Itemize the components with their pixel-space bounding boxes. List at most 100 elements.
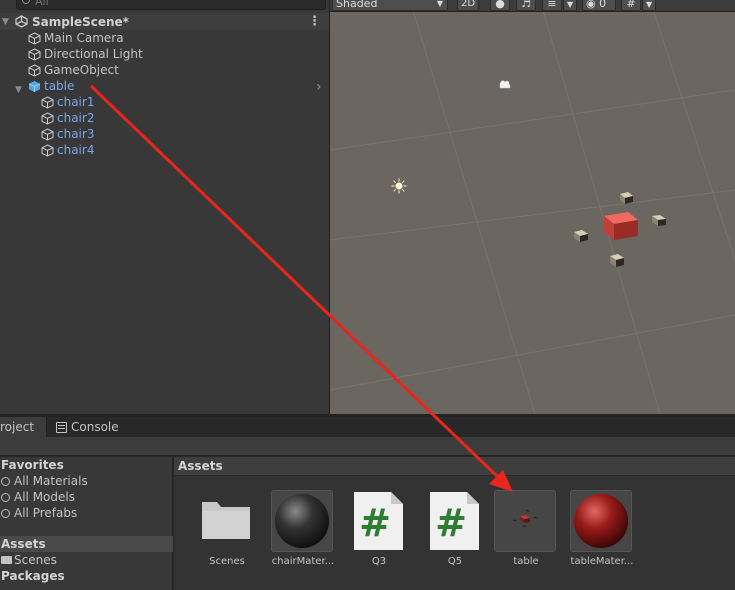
folder-packages[interactable]: Packages xyxy=(1,569,65,583)
gameobject-cube-icon xyxy=(40,111,54,125)
folder-scenes[interactable]: Scenes xyxy=(1,553,57,567)
scene-root-row[interactable]: ▼ SampleScene* ⋮ xyxy=(0,13,329,30)
grid-icon: # xyxy=(626,0,636,10)
folder-assets[interactable]: Assets xyxy=(1,537,46,551)
gameobject-cube-icon xyxy=(27,31,41,45)
gizmos-grid-button[interactable]: # xyxy=(621,0,641,11)
gameobject-cube-icon xyxy=(27,63,41,77)
hierarchy-search-bar xyxy=(0,0,329,13)
hierarchy-item-label: Directional Light xyxy=(44,47,143,61)
lighting-toggle-button[interactable]: ● xyxy=(490,0,510,11)
gameobject-cube-icon xyxy=(40,95,54,109)
asset-item-table-prefab[interactable]: table xyxy=(490,490,562,585)
asset-name: table xyxy=(513,556,539,567)
asset-name: tableMater... xyxy=(570,556,634,567)
2d-toggle-button[interactable]: 2D xyxy=(457,0,479,11)
dropdown-arrow-icon: ▼ xyxy=(567,0,574,9)
hierarchy-item-label: GameObject xyxy=(44,63,119,77)
tab-console-label: Console xyxy=(71,420,119,434)
asset-item-table-material[interactable]: tableMater... xyxy=(566,490,638,585)
shading-mode-dropdown[interactable]: Shaded ▼ xyxy=(332,0,448,11)
audio-toggle-button[interactable]: ♬ xyxy=(516,0,536,11)
csharp-script-icon: # xyxy=(430,492,479,550)
hierarchy-item-main-camera[interactable]: Main Camera xyxy=(27,30,124,46)
hidden-count: 0 xyxy=(599,0,607,10)
assets-breadcrumb: Assets xyxy=(174,457,735,476)
shading-mode-label: Shaded xyxy=(336,0,378,10)
scene-name: SampleScene* xyxy=(32,14,129,29)
prefab-cube-icon xyxy=(27,79,41,93)
scene-grid xyxy=(330,0,735,414)
asset-name: chairMater... xyxy=(271,556,335,567)
tab-project-label: roject xyxy=(0,420,35,434)
scene-toolbar: Shaded ▼ 2D ● ♬ ≡ ▼ ◉ 0 # ▼ xyxy=(330,0,735,12)
asset-item-scenes[interactable]: Scenes xyxy=(191,490,263,585)
speaker-icon: ♬ xyxy=(521,0,531,10)
light-gizmo-icon[interactable] xyxy=(391,178,407,194)
prefab-preview-icon xyxy=(494,490,556,552)
console-icon xyxy=(56,421,67,433)
favorite-all-prefabs[interactable]: All Prefabs xyxy=(1,506,77,520)
material-sphere-icon xyxy=(271,490,333,552)
folder-label: Scenes xyxy=(14,553,57,567)
asset-item-q5[interactable]: # Q5 xyxy=(419,490,491,585)
hierarchy-search-input[interactable] xyxy=(35,0,315,8)
gizmos-dropdown-arrow[interactable]: ▼ xyxy=(642,0,656,11)
hierarchy-item-label: chair4 xyxy=(57,143,95,157)
search-icon xyxy=(1,477,10,486)
scene-visibility-toggle[interactable]: ◉ 0 xyxy=(582,0,616,11)
tab-console[interactable]: Console xyxy=(56,417,136,437)
2d-toggle-label: 2D xyxy=(461,0,476,9)
favorites-header[interactable]: Favorites xyxy=(1,458,64,472)
hierarchy-item-directional-light[interactable]: Directional Light xyxy=(27,46,143,62)
hierarchy-search-field[interactable] xyxy=(16,0,326,10)
scene-view[interactable] xyxy=(330,0,735,414)
material-sphere-icon xyxy=(570,490,632,552)
layers-icon: ≡ xyxy=(547,0,557,10)
asset-item-q3[interactable]: # Q3 xyxy=(343,490,415,585)
bottom-tab-bar: roject Console xyxy=(0,417,735,437)
hierarchy-item-chair3[interactable]: chair3 xyxy=(40,126,94,142)
chevron-right-icon[interactable]: › xyxy=(316,79,322,95)
asset-item-chair-material[interactable]: chairMater... xyxy=(267,490,339,585)
hierarchy-item-chair1[interactable]: chair1 xyxy=(40,94,94,110)
hierarchy-item-gameobject[interactable]: GameObject xyxy=(27,62,119,78)
svg-text:#: # xyxy=(435,501,467,545)
favorite-all-materials[interactable]: All Materials xyxy=(1,474,88,488)
tab-project[interactable]: roject xyxy=(0,417,47,437)
hierarchy-panel: ▼ SampleScene* ⋮ Main Camera Directional… xyxy=(0,0,329,414)
folder-icon xyxy=(1,556,12,564)
gameobject-cube-icon xyxy=(40,127,54,141)
hierarchy-item-chair2[interactable]: chair2 xyxy=(40,110,94,126)
search-icon xyxy=(22,0,30,4)
search-icon xyxy=(1,493,10,502)
more-options-icon[interactable]: ⋮ xyxy=(308,14,321,29)
table-scene-object[interactable] xyxy=(570,190,670,272)
svg-text:#: # xyxy=(359,501,391,545)
dropdown-arrow-icon: ▼ xyxy=(436,0,443,8)
hierarchy-item-chair4[interactable]: chair4 xyxy=(40,142,94,158)
table-object xyxy=(604,212,638,240)
chair-object xyxy=(620,192,633,204)
chair-object xyxy=(610,254,624,267)
eye-icon: ◉ xyxy=(586,0,596,10)
chair-object xyxy=(652,215,666,226)
hierarchy-item-label: table xyxy=(44,79,75,93)
expand-arrow-icon[interactable]: ▼ xyxy=(15,85,22,95)
search-icon xyxy=(1,509,10,518)
breadcrumb-assets[interactable]: Assets xyxy=(178,459,223,473)
collapse-arrow-icon[interactable]: ▼ xyxy=(2,17,13,27)
camera-gizmo-icon[interactable] xyxy=(498,79,512,91)
asset-name: Scenes xyxy=(209,556,245,567)
gameobject-cube-icon xyxy=(27,47,41,61)
hierarchy-item-table[interactable]: table xyxy=(27,78,74,94)
favorite-all-models[interactable]: All Models xyxy=(1,490,75,504)
chair-object xyxy=(574,230,588,242)
effects-dropdown-arrow[interactable]: ▼ xyxy=(563,0,577,11)
hierarchy-item-label: chair2 xyxy=(57,111,95,125)
project-toolbar xyxy=(0,437,735,456)
dropdown-arrow-icon: ▼ xyxy=(646,0,653,9)
effects-dropdown-button[interactable]: ≡ xyxy=(542,0,562,11)
project-folder-tree: Favorites All Materials All Models All P… xyxy=(0,457,173,590)
favorite-label: All Prefabs xyxy=(14,506,78,520)
